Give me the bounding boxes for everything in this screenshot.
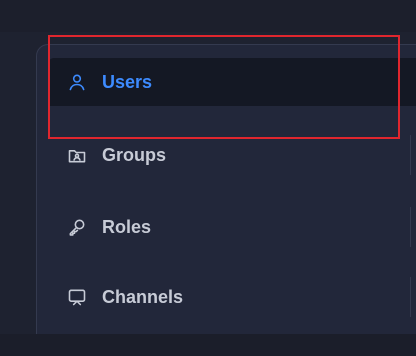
sidebar-item-roles[interactable]: Roles xyxy=(48,203,416,251)
sidebar-item-label: Channels xyxy=(102,286,184,307)
channels-icon xyxy=(66,286,88,308)
top-bar xyxy=(0,0,416,32)
sidebar-item-label: Users xyxy=(102,71,153,92)
sidebar-item-label: Roles xyxy=(102,216,152,237)
sidebar-item-groups[interactable]: Groups xyxy=(48,131,416,179)
groups-icon xyxy=(66,144,88,166)
sidebar-item-label: Groups xyxy=(102,144,167,165)
user-icon xyxy=(66,71,88,93)
key-icon xyxy=(66,216,88,238)
sidebar-item-channels[interactable]: Channels xyxy=(48,273,416,321)
sidebar-item-users[interactable]: Users xyxy=(48,58,416,106)
panel-footer-strip xyxy=(0,334,416,356)
divider xyxy=(410,277,411,317)
divider xyxy=(410,135,411,175)
divider xyxy=(410,207,411,247)
